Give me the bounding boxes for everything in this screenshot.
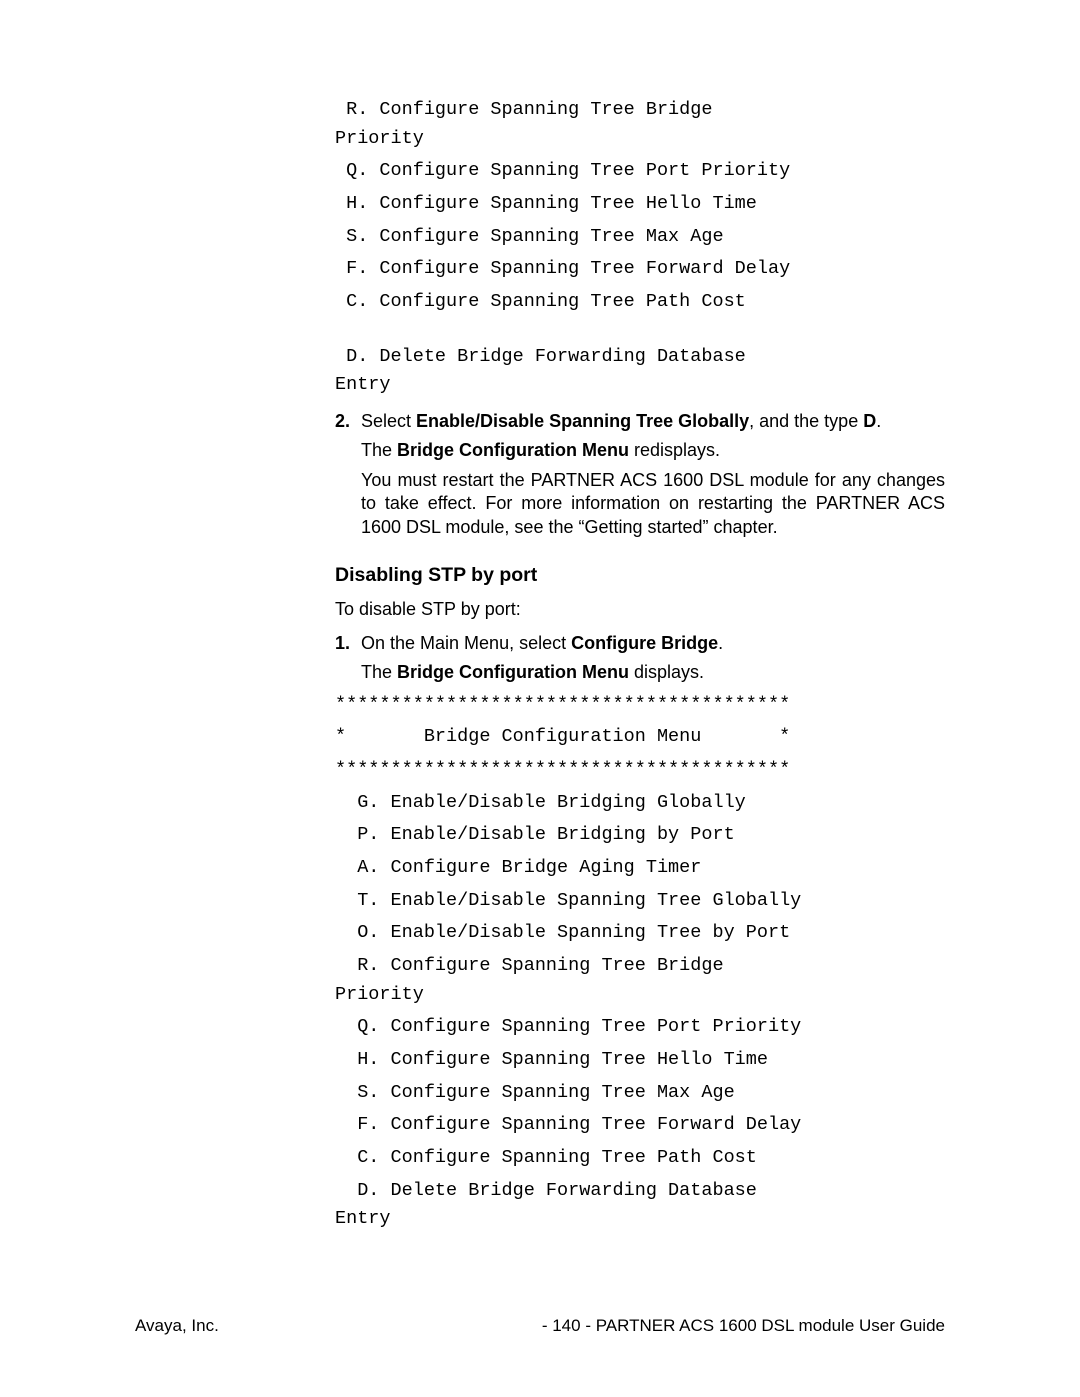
menu-item-c: C. Configure Spanning Tree Path Cost bbox=[335, 1144, 945, 1173]
menu-item-c: C. Configure Spanning Tree Path Cost bbox=[335, 288, 945, 317]
redisplay-line: The Bridge Configuration Menu redisplays… bbox=[361, 439, 945, 462]
menu-item-r: R. Configure Spanning Tree Bridge Priori… bbox=[335, 96, 945, 153]
menu-item-o: O. Enable/Disable Spanning Tree by Port bbox=[335, 919, 945, 948]
top-menu-fragment: R. Configure Spanning Tree Bridge Priori… bbox=[335, 96, 945, 400]
section-heading: Disabling STP by port bbox=[335, 563, 945, 588]
menu-item-s: S. Configure Spanning Tree Max Age bbox=[335, 1079, 945, 1108]
bold-text: Bridge Configuration Menu bbox=[397, 440, 629, 460]
footer-right: - 140 - PARTNER ACS 1600 DSL module User… bbox=[219, 1315, 945, 1337]
text: displays. bbox=[629, 662, 704, 682]
menu-title: * Bridge Configuration Menu * bbox=[335, 723, 945, 752]
menu-item-d: D. Delete Bridge Forwarding Database Ent… bbox=[335, 343, 945, 400]
text: The bbox=[361, 662, 397, 682]
bold-text: Configure Bridge bbox=[571, 633, 718, 653]
menu-stars-bottom: ****************************************… bbox=[335, 756, 945, 785]
menu-item-g: G. Enable/Disable Bridging Globally bbox=[335, 789, 945, 818]
content-column: R. Configure Spanning Tree Bridge Priori… bbox=[335, 96, 945, 1234]
bold-text: Bridge Configuration Menu bbox=[397, 662, 629, 682]
text: redisplays. bbox=[629, 440, 720, 460]
step-body: On the Main Menu, select Configure Bridg… bbox=[361, 632, 945, 655]
menu-item-h: H. Configure Spanning Tree Hello Time bbox=[335, 1046, 945, 1075]
step-number: 2. bbox=[335, 410, 361, 433]
text: On the Main Menu, select bbox=[361, 633, 571, 653]
intro-line: To disable STP by port: bbox=[335, 598, 945, 621]
step-1: 1. On the Main Menu, select Configure Br… bbox=[335, 632, 945, 655]
menu-item-f: F. Configure Spanning Tree Forward Delay bbox=[335, 1111, 945, 1140]
menu-item-t: T. Enable/Disable Spanning Tree Globally bbox=[335, 887, 945, 916]
text: . bbox=[718, 633, 723, 653]
menu-item-q: Q. Configure Spanning Tree Port Priority bbox=[335, 1013, 945, 1042]
step-body: Select Enable/Disable Spanning Tree Glob… bbox=[361, 410, 945, 433]
blank-line bbox=[335, 321, 945, 339]
bridge-config-menu: ****************************************… bbox=[335, 691, 945, 1234]
page: R. Configure Spanning Tree Bridge Priori… bbox=[0, 0, 1080, 1397]
footer: Avaya, Inc. - 140 - PARTNER ACS 1600 DSL… bbox=[135, 1315, 945, 1337]
menu-item-d: D. Delete Bridge Forwarding Database Ent… bbox=[335, 1177, 945, 1234]
displays-line: The Bridge Configuration Menu displays. bbox=[361, 661, 945, 684]
menu-item-h: H. Configure Spanning Tree Hello Time bbox=[335, 190, 945, 219]
step-2: 2. Select Enable/Disable Spanning Tree G… bbox=[335, 410, 945, 433]
text: Select bbox=[361, 411, 416, 431]
text: , and the type bbox=[749, 411, 863, 431]
menu-item-r: R. Configure Spanning Tree Bridge Priori… bbox=[335, 952, 945, 1009]
bold-text: D bbox=[863, 411, 876, 431]
text: . bbox=[876, 411, 881, 431]
menu-item-s: S. Configure Spanning Tree Max Age bbox=[335, 223, 945, 252]
bold-text: Enable/Disable Spanning Tree Globally bbox=[416, 411, 749, 431]
menu-item-p: P. Enable/Disable Bridging by Port bbox=[335, 821, 945, 850]
step-number: 1. bbox=[335, 632, 361, 655]
text: The bbox=[361, 440, 397, 460]
menu-stars-top: ****************************************… bbox=[335, 691, 945, 720]
menu-item-f: F. Configure Spanning Tree Forward Delay bbox=[335, 255, 945, 284]
menu-item-q: Q. Configure Spanning Tree Port Priority bbox=[335, 157, 945, 186]
restart-paragraph: You must restart the PARTNER ACS 1600 DS… bbox=[361, 469, 945, 539]
menu-item-a: A. Configure Bridge Aging Timer bbox=[335, 854, 945, 883]
footer-left: Avaya, Inc. bbox=[135, 1315, 219, 1337]
